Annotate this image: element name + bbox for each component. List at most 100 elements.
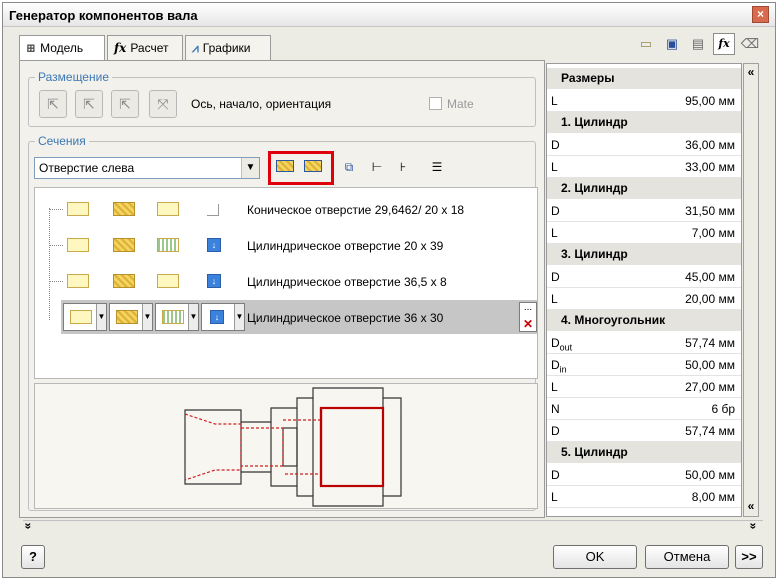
mate-checkbox[interactable]: [429, 97, 442, 110]
dim-row[interactable]: L 8,00 мм: [547, 486, 741, 508]
fx-calc-icon: fx: [114, 41, 127, 55]
empty-feature-icon: [207, 204, 219, 216]
group-title: 1. Цилиндр: [547, 112, 741, 133]
sections-label: Сечения: [35, 134, 89, 148]
section-name: Коническое отверстие 29,6462/ 20 x 18: [247, 203, 465, 217]
chevron-down-icon: ▼: [188, 304, 198, 330]
chevron-down-icon: ▼: [142, 304, 152, 330]
dim-key: D: [551, 424, 560, 438]
shaft-drawing: [184, 387, 402, 507]
dim-row[interactable]: D 57,74 мм: [547, 420, 741, 442]
thread-icon: [162, 310, 184, 324]
cone-hole-shape-icon: [67, 202, 89, 216]
insert-hole-right-icon[interactable]: [302, 157, 324, 177]
axis-select-button[interactable]: ⇱: [39, 90, 67, 118]
dim-value: 33,00 мм: [685, 160, 735, 174]
insert-hole-left-icon[interactable]: [274, 157, 296, 177]
shape-dropdown[interactable]: ▼: [63, 303, 107, 331]
horizontal-splitter[interactable]: » »: [21, 520, 763, 530]
dim-row[interactable]: D 36,00 мм: [547, 134, 741, 156]
collapse-up-button[interactable]: «: [744, 66, 758, 80]
section-dropdown[interactable]: ▼: [109, 303, 153, 331]
group-title: 4. Многоугольник: [547, 310, 741, 331]
tree-branch: [49, 209, 63, 210]
dim-row[interactable]: N 6 бр: [547, 398, 741, 420]
dim-value: 7,00 мм: [691, 226, 735, 240]
arrow-down-icon: ↓: [207, 238, 221, 252]
dim-value: 95,00 мм: [685, 94, 735, 108]
cone-section-icon: [113, 202, 135, 216]
list-item-selected[interactable]: ▼ ▼ ▼ ↓ ▼ Цилиндрическое отверстие 36 x …: [61, 300, 537, 334]
feature-dropdown[interactable]: ↓ ▼: [201, 303, 245, 331]
dim-key: L: [551, 292, 558, 306]
collapse-down-button[interactable]: «: [744, 500, 758, 514]
dim-key: L: [551, 94, 558, 108]
settings-icon[interactable]: ▤: [687, 33, 709, 55]
dim-row[interactable]: D 50,00 мм: [547, 464, 741, 486]
dim-key: D: [551, 468, 560, 482]
dim-row[interactable]: D 45,00 мм: [547, 266, 741, 288]
list-item[interactable]: Коническое отверстие 29,6462/ 20 x 18: [35, 192, 537, 226]
dim-row[interactable]: L 20,00 мм: [547, 288, 741, 310]
dim-row[interactable]: L 27,00 мм: [547, 376, 741, 398]
split-icon[interactable]: ⧉: [338, 157, 360, 177]
dimensions-header: Размеры: [547, 68, 741, 89]
tab-model[interactable]: ⊞ Модель: [19, 35, 105, 62]
dim-key: L: [551, 490, 558, 504]
dim-row[interactable]: Din 50,00 мм: [547, 354, 741, 376]
top-right-toolbar: ▭ ▣ ▤ fx ⌫: [635, 33, 761, 57]
open-folder-icon[interactable]: ▭: [635, 33, 657, 55]
section-type-select[interactable]: Отверстие слева ▼: [34, 157, 260, 179]
cyl-section-icon: [113, 274, 135, 288]
list-icon[interactable]: ☰: [426, 157, 448, 177]
dim-value: 20,00 мм: [685, 292, 735, 306]
group-title: 2. Цилиндр: [547, 178, 741, 199]
close-button[interactable]: ×: [752, 6, 769, 23]
chevron-down-icon: ▼: [234, 304, 244, 330]
model-icon: ⊞: [26, 41, 37, 55]
group-title: 5. Цилиндр: [547, 442, 741, 463]
expand-right-icon[interactable]: »: [747, 523, 761, 530]
list-item[interactable]: ↓ Цилиндрическое отверстие 20 x 39: [35, 228, 537, 262]
dim-value: 27,00 мм: [685, 380, 735, 394]
fx-icon[interactable]: fx: [713, 33, 735, 55]
help-button[interactable]: ?: [21, 545, 45, 569]
plain-section-icon: [157, 274, 179, 288]
save-icon[interactable]: ▣: [661, 33, 683, 55]
tree-branch: [49, 245, 63, 246]
dim-value: 8,00 мм: [691, 490, 735, 504]
ok-button[interactable]: OK: [553, 545, 637, 569]
row-actions: ... ✕: [519, 302, 537, 332]
dim-row[interactable]: L 95,00 мм: [547, 90, 741, 112]
dim-key: Din: [551, 358, 567, 375]
dim-key: L: [551, 226, 558, 240]
dim-row[interactable]: Dout 57,74 мм: [547, 332, 741, 354]
list-item[interactable]: ↓ Цилиндрическое отверстие 36,5 x 8: [35, 264, 537, 298]
window-title: Генератор компонентов вала: [9, 8, 198, 23]
dim-key: N: [551, 402, 560, 416]
thread-dropdown[interactable]: ▼: [155, 303, 199, 331]
delete-icon[interactable]: ✕: [520, 317, 536, 331]
tab-graphs[interactable]: ⩘ Графики: [185, 35, 271, 61]
cyl-section-icon: [113, 238, 135, 252]
dim-value: 50,00 мм: [685, 468, 735, 482]
dim-row[interactable]: L 33,00 мм: [547, 156, 741, 178]
more-button[interactable]: ...: [520, 303, 536, 317]
dim-row[interactable]: L 7,00 мм: [547, 222, 741, 244]
cancel-button[interactable]: Отмена: [645, 545, 729, 569]
flip-button[interactable]: ⤧: [149, 90, 177, 118]
arrow-down-icon: ↓: [207, 274, 221, 288]
dim-value: 6 бр: [711, 402, 735, 416]
dim-key: D: [551, 270, 560, 284]
eraser-icon[interactable]: ⌫: [739, 33, 761, 55]
more-options-button[interactable]: >>: [735, 545, 763, 569]
tab-graphs-label: Графики: [202, 41, 251, 55]
subtree-icon[interactable]: ⊦: [392, 157, 414, 177]
tree-icon[interactable]: ⊢: [366, 157, 388, 177]
start-select-button[interactable]: ⇱: [75, 90, 103, 118]
tab-calc[interactable]: fx Расчет: [107, 35, 183, 61]
orientation-select-button[interactable]: ⇱: [111, 90, 139, 118]
expand-left-icon[interactable]: »: [21, 523, 35, 530]
cyl-hole-shape-icon: [67, 274, 89, 288]
dim-row[interactable]: D 31,50 мм: [547, 200, 741, 222]
